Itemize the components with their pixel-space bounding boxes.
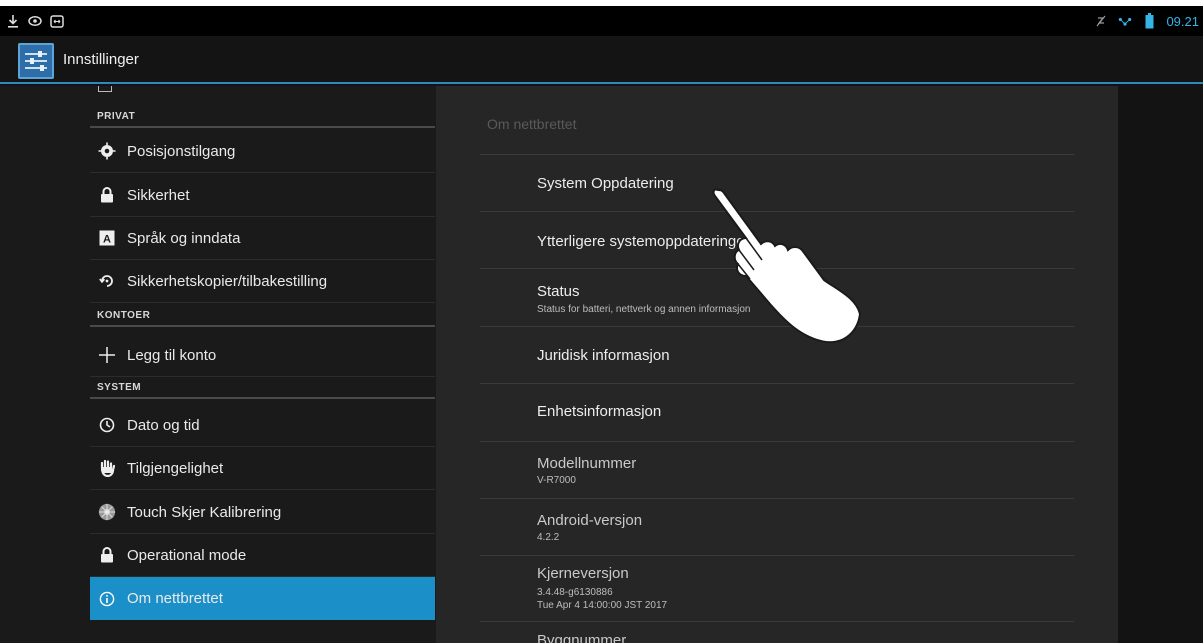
battery-icon: [1142, 13, 1156, 29]
clock-time: 09.21: [1166, 13, 1199, 29]
pointing-hand-icon: [712, 188, 862, 344]
sidebar-item-om-nettbrettet[interactable]: Om nettbrettet: [90, 577, 435, 620]
network-icon: [1118, 14, 1132, 28]
plus-icon: [98, 346, 116, 364]
clock-icon: [98, 416, 116, 434]
list-item-android-versjon: Android-versjon 4.2.2: [480, 499, 1074, 556]
item-summary: 4.2.2: [537, 532, 560, 543]
list-item-byggnummer: Byggnummer: [480, 622, 1074, 643]
sidebar-item-sikkerhet[interactable]: Sikkerhet: [90, 174, 435, 217]
item-title: Modellnummer: [537, 455, 637, 472]
svg-text:A: A: [103, 234, 111, 246]
item-title: Juridisk informasjon: [537, 347, 670, 364]
sidebar-item-legg-til-konto[interactable]: Legg til konto: [90, 334, 435, 377]
list-item-kjerneversjon: Kjerneversjon 3.4.48-g6130886 Tue Apr 4 …: [480, 556, 1074, 622]
no-signal-icon: [1094, 14, 1108, 28]
item-title: Byggnummer: [537, 632, 627, 643]
list-item-enhetsinformasjon[interactable]: Enhetsinformasjon: [480, 384, 1074, 442]
screen: 09.21 Innstillinger PRIVAT Posisjonstilg…: [0, 0, 1203, 643]
info-icon: [98, 590, 116, 608]
item-title: Status: [537, 283, 580, 300]
header-kontoer: KONTOER: [90, 305, 435, 327]
eye-icon: [28, 14, 42, 28]
screen-icon: [50, 14, 64, 28]
item-summary: V-R7000: [537, 475, 576, 486]
action-bar: Innstillinger: [0, 36, 1203, 84]
item-label: Tilgjengelighet: [127, 459, 224, 477]
header-privat: PRIVAT: [90, 106, 435, 128]
status-bar: 09.21: [0, 6, 1203, 36]
item-title: Android-versjon: [537, 512, 643, 529]
item-label: Om nettbrettet: [127, 590, 223, 607]
item-summary-line2: Tue Apr 4 14:00:00 JST 2017: [537, 600, 668, 611]
keyboard-a-icon: A: [98, 229, 116, 247]
location-icon: [98, 142, 116, 160]
calibration-icon: [98, 503, 116, 521]
sidebar-item-posisjonstilgang[interactable]: Posisjonstilgang: [90, 130, 435, 173]
section-title: Om nettbrettet: [487, 116, 577, 132]
item-label: Posisjonstilgang: [127, 142, 236, 160]
right-margin: [1118, 86, 1203, 643]
sidebar-item-touch-kalibrering[interactable]: Touch Skjer Kalibrering: [90, 491, 435, 534]
item-label: Språk og inndata: [127, 229, 241, 247]
lock-icon: [98, 546, 116, 564]
sidebar-item-sikkerhetskopier[interactable]: Sikkerhetskopier/tilbakestilling: [90, 260, 435, 303]
item-title: System Oppdatering: [537, 175, 674, 192]
sidebar-item-tilgjengelighet[interactable]: Tilgjengelighet: [90, 447, 435, 490]
header-system: SYSTEM: [90, 377, 435, 399]
item-title: Enhetsinformasjon: [537, 403, 662, 420]
settings-category-list[interactable]: PRIVAT Posisjonstilgang Sikkerhet A Språ…: [0, 86, 436, 643]
sidebar-item-sprak[interactable]: A Språk og inndata: [90, 217, 435, 260]
hand-icon: [98, 459, 116, 477]
sidebar-item-dato-og-tid[interactable]: Dato og tid: [90, 404, 435, 447]
list-item-partial[interactable]: [90, 86, 435, 94]
settings-sliders-icon[interactable]: [18, 43, 54, 79]
item-label: Legg til konto: [127, 346, 217, 364]
detail-pane: Om nettbrettet System Oppdatering Ytterl…: [436, 86, 1118, 643]
download-icon: [6, 14, 20, 28]
item-label: Sikkerhetskopier/tilbakestilling: [127, 272, 328, 290]
list-item-modellnummer: Modellnummer V-R7000: [480, 442, 1074, 499]
item-title: Kjerneversjon: [537, 565, 629, 582]
app-title: Innstillinger: [63, 51, 139, 68]
item-label: Dato og tid: [127, 416, 200, 434]
lock-icon: [98, 186, 116, 204]
item-label: Touch Skjer Kalibrering: [127, 503, 282, 521]
item-summary: 3.4.48-g6130886: [537, 587, 613, 598]
item-label: Sikkerhet: [127, 186, 190, 204]
sidebar-item-operational-mode[interactable]: Operational mode: [90, 534, 435, 577]
restore-icon: [98, 272, 116, 290]
item-label: Operational mode: [127, 546, 247, 564]
